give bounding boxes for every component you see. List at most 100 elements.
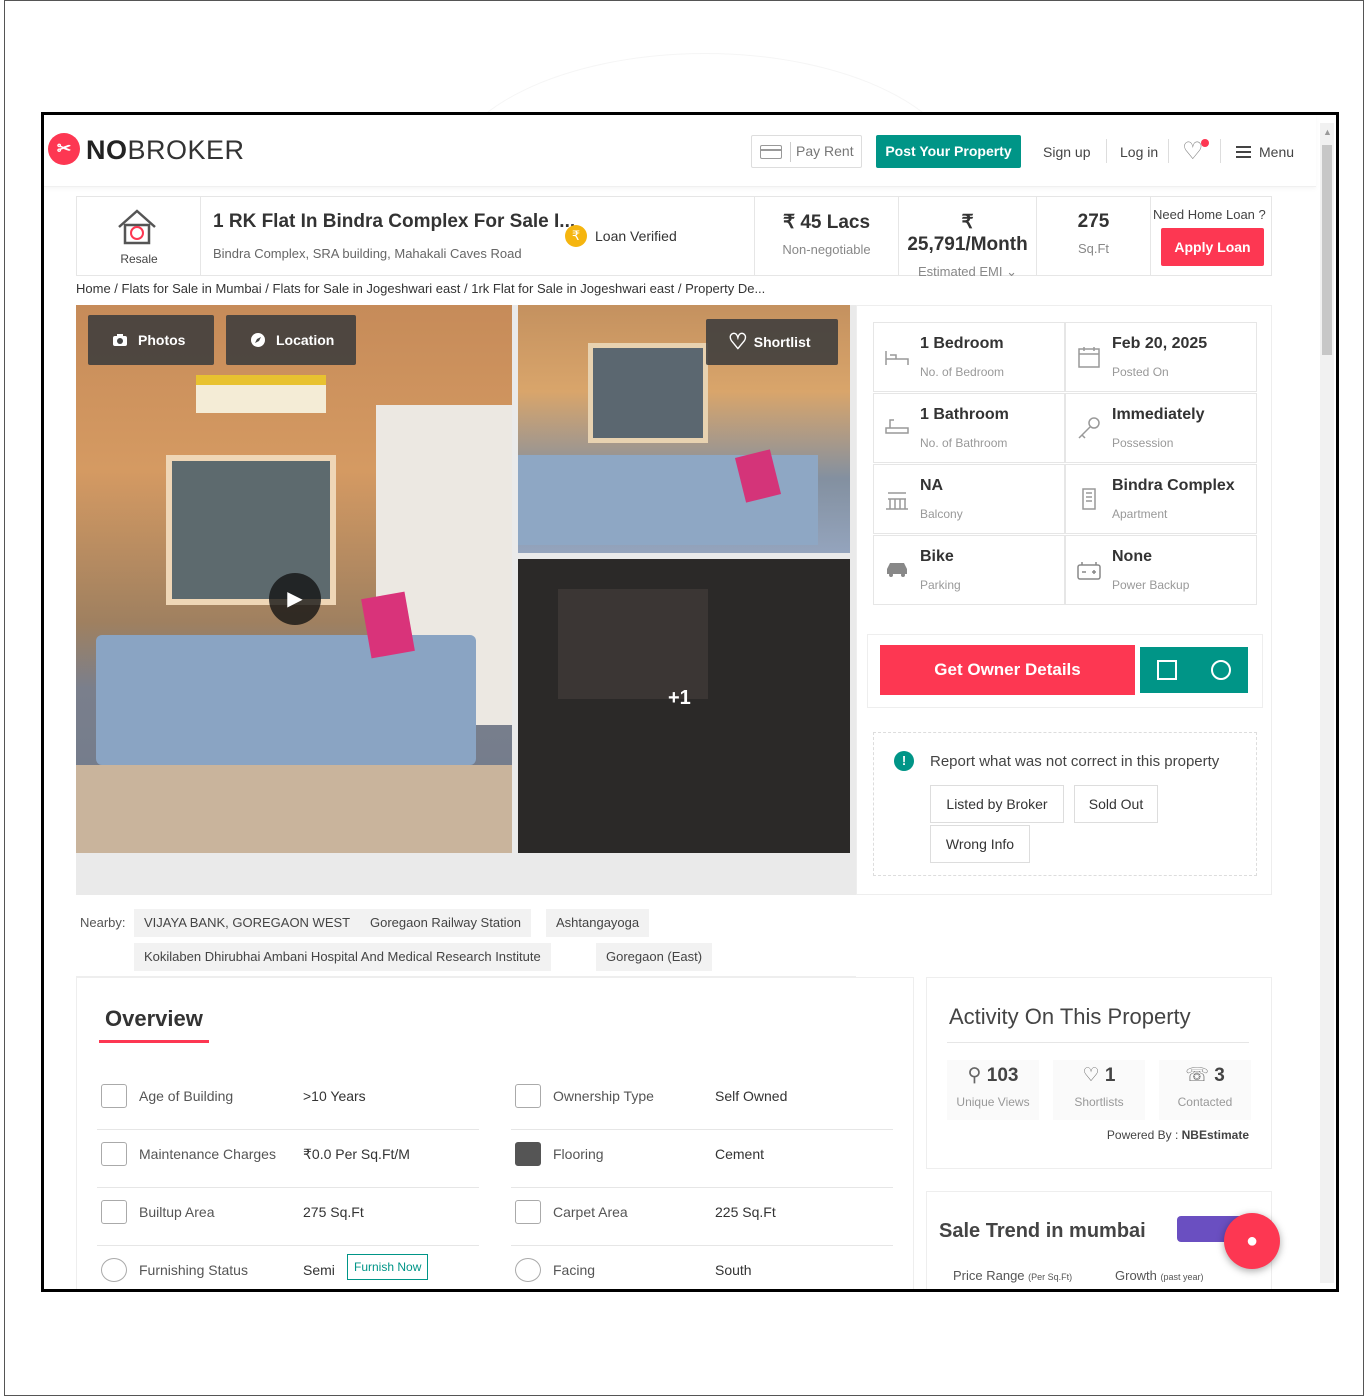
area-cell: 275 Sq.Ft — [1037, 197, 1151, 275]
main-photo[interactable]: ▶ — [76, 305, 512, 853]
sold-out-button[interactable]: Sold Out — [1074, 785, 1158, 823]
shortlist-button[interactable]: ♡ Shortlist — [706, 319, 838, 365]
battery-icon — [1077, 562, 1101, 580]
schedule-visit-button[interactable] — [1140, 647, 1194, 693]
emi-cell[interactable]: ₹ 25,791/Month Estimated EMI ⌄ — [899, 197, 1037, 279]
calendar-icon — [1078, 347, 1100, 368]
thumbnail-photo-2[interactable]: +1 — [518, 559, 850, 853]
get-owner-details-button[interactable]: Get Owner Details — [880, 645, 1135, 695]
emi-note: Estimated EMI ⌄ — [917, 264, 1018, 279]
overview-row: Ownership Type Self Owned — [511, 1074, 893, 1130]
overview-section: Overview Age of Building >10 Years Owners… — [76, 977, 914, 1289]
page-scrollbar[interactable]: ▲ — [1320, 123, 1334, 1283]
growth-label: Growth (past year) — [1115, 1268, 1204, 1283]
overview-row: Age of Building >10 Years — [97, 1074, 479, 1130]
overview-underline — [99, 1040, 209, 1043]
overview-row: Builtup Area 275 Sq.Ft — [97, 1190, 479, 1246]
nearby-label: Nearby: — [80, 915, 126, 930]
activity-title: Activity On This Property — [949, 1004, 1191, 1029]
nearby-section: Nearby: VIJAYA BANK, GOREGAON WEST Goreg… — [76, 905, 856, 977]
property-details-panel: 1 Bedroom No. of Bedroom Feb 20, 2025 Post… — [856, 305, 1272, 895]
overview-row: Carpet Area 225 Sq.Ft — [511, 1190, 893, 1246]
more-photos-count: +1 — [668, 687, 691, 709]
nearby-chip[interactable]: VIJAYA BANK, GOREGAON WEST — [134, 909, 361, 937]
detail-bathroom: 1 Bathroom No. of Bathroom — [873, 393, 1065, 463]
phone-icon: ☏ — [1185, 1065, 1209, 1086]
resale-label: Resale — [120, 252, 158, 266]
balcony-icon — [886, 492, 908, 510]
menu-link[interactable]: Menu — [1259, 144, 1294, 160]
report-title: Report what was not correct in this prop… — [930, 753, 1220, 770]
scroll-up-icon[interactable]: ▲ — [1323, 127, 1332, 137]
info-icon: ! — [894, 751, 914, 771]
car-icon — [887, 563, 907, 577]
listed-by-broker-button[interactable]: Listed by Broker — [930, 785, 1064, 823]
nearby-chip[interactable]: Goregaon Railway Station — [360, 909, 532, 937]
furnish-now-button[interactable]: Furnish Now — [347, 1254, 429, 1280]
photos-button[interactable]: Photos — [88, 315, 214, 365]
nobroker-logo[interactable]: NOBROKER — [86, 135, 245, 166]
price-range-label: Price Range (Per Sq.Ft) — [953, 1268, 1073, 1283]
site-header: ✂ NOBROKER Pay Rent Post Your Property S… — [44, 115, 1316, 187]
post-property-button[interactable]: Post Your Property — [876, 135, 1021, 168]
shortlists-stat: ♡ 1 Shortlists — [1053, 1060, 1145, 1120]
bed-icon — [885, 351, 909, 365]
nearby-chip[interactable]: Ashtangayoga — [546, 909, 650, 937]
maintenance-icon — [101, 1142, 127, 1166]
overview-row: Maintenance Charges ₹0.0 Per Sq.Ft/M — [97, 1132, 479, 1188]
calendar-icon — [1157, 660, 1177, 680]
breadcrumb[interactable]: Home / Flats for Sale in Mumbai / Flats … — [76, 281, 765, 296]
camera-icon — [113, 334, 127, 346]
report-section: ! Report what was not correct in this pr… — [873, 732, 1257, 876]
property-summary-bar: Resale 1 RK Flat In Bindra Complex For S… — [76, 196, 1272, 279]
key-icon — [1078, 417, 1100, 439]
bathtub-icon — [885, 419, 909, 434]
sale-trend-title: Sale Trend in mumbai — [939, 1220, 1146, 1242]
owner-actions: Get Owner Details — [867, 634, 1263, 708]
title-cell: 1 RK Flat In Bindra Complex For Sale I..… — [201, 197, 755, 275]
credit-card-icon — [760, 145, 782, 159]
chevron-down-icon: ⌄ — [1006, 264, 1018, 279]
hamburger-menu-icon[interactable] — [1236, 146, 1251, 158]
ownership-icon — [515, 1084, 541, 1108]
compass-icon — [515, 1258, 541, 1282]
carpet-area-icon — [515, 1200, 541, 1224]
loan-verified-label: Loan Verified — [595, 228, 677, 244]
compass-location-icon — [251, 333, 265, 347]
log-in-link[interactable]: Log in — [1120, 144, 1158, 160]
emi-value: ₹ 25,791/Month — [907, 212, 1028, 255]
overview-row: Flooring Cement — [511, 1132, 893, 1188]
user-icon: ⚲ — [967, 1065, 982, 1086]
nearby-chip[interactable]: Kokilaben Dhirubhai Ambani Hospital And … — [134, 943, 551, 971]
pay-rent-button[interactable]: Pay Rent — [751, 135, 862, 168]
chat-button[interactable] — [1194, 647, 1248, 693]
loan-verified-icon: ₹ — [565, 225, 587, 247]
chat-bubble-icon — [1211, 660, 1231, 680]
wrong-info-button[interactable]: Wrong Info — [930, 825, 1030, 863]
building-age-icon — [101, 1084, 127, 1108]
activity-section: Activity On This Property ⚲ 103 Unique V… — [926, 977, 1272, 1169]
detail-balcony: NA Balcony — [873, 464, 1065, 534]
overview-row: Furnishing Status Semi Furnish Now — [97, 1248, 479, 1289]
scrollbar-thumb[interactable] — [1322, 145, 1332, 355]
building-icon — [1082, 488, 1096, 510]
heart-icon: ♡ — [1082, 1065, 1100, 1086]
notification-dot — [1201, 139, 1209, 147]
detail-posted-on: Feb 20, 2025 Posted On — [1065, 322, 1257, 392]
overview-row: Facing South — [511, 1248, 893, 1289]
detail-parking: Bike Parking — [873, 535, 1065, 605]
home-loan-prompt: Need Home Loan ? — [1153, 207, 1266, 222]
price-note: Non-negotiable — [782, 242, 871, 257]
chat-support-button[interactable]: ● — [1224, 1213, 1280, 1269]
apply-loan-button[interactable]: Apply Loan — [1161, 228, 1264, 266]
price-cell: ₹ 45 Lacs Non-negotiable — [755, 197, 899, 275]
nearby-chip[interactable]: Goregaon (East) — [596, 943, 713, 971]
nobroker-logo-icon[interactable]: ✂ — [48, 133, 80, 165]
photo-gallery: ▶ Photos Location ♡ Shortlist +1 — [76, 305, 856, 895]
play-video-icon[interactable]: ▶ — [269, 573, 321, 625]
overview-title: Overview — [105, 1006, 203, 1031]
location-button[interactable]: Location — [226, 315, 356, 365]
detail-power-backup: None Power Backup — [1065, 535, 1257, 605]
sign-up-link[interactable]: Sign up — [1043, 144, 1090, 160]
builtup-area-icon — [101, 1200, 127, 1224]
